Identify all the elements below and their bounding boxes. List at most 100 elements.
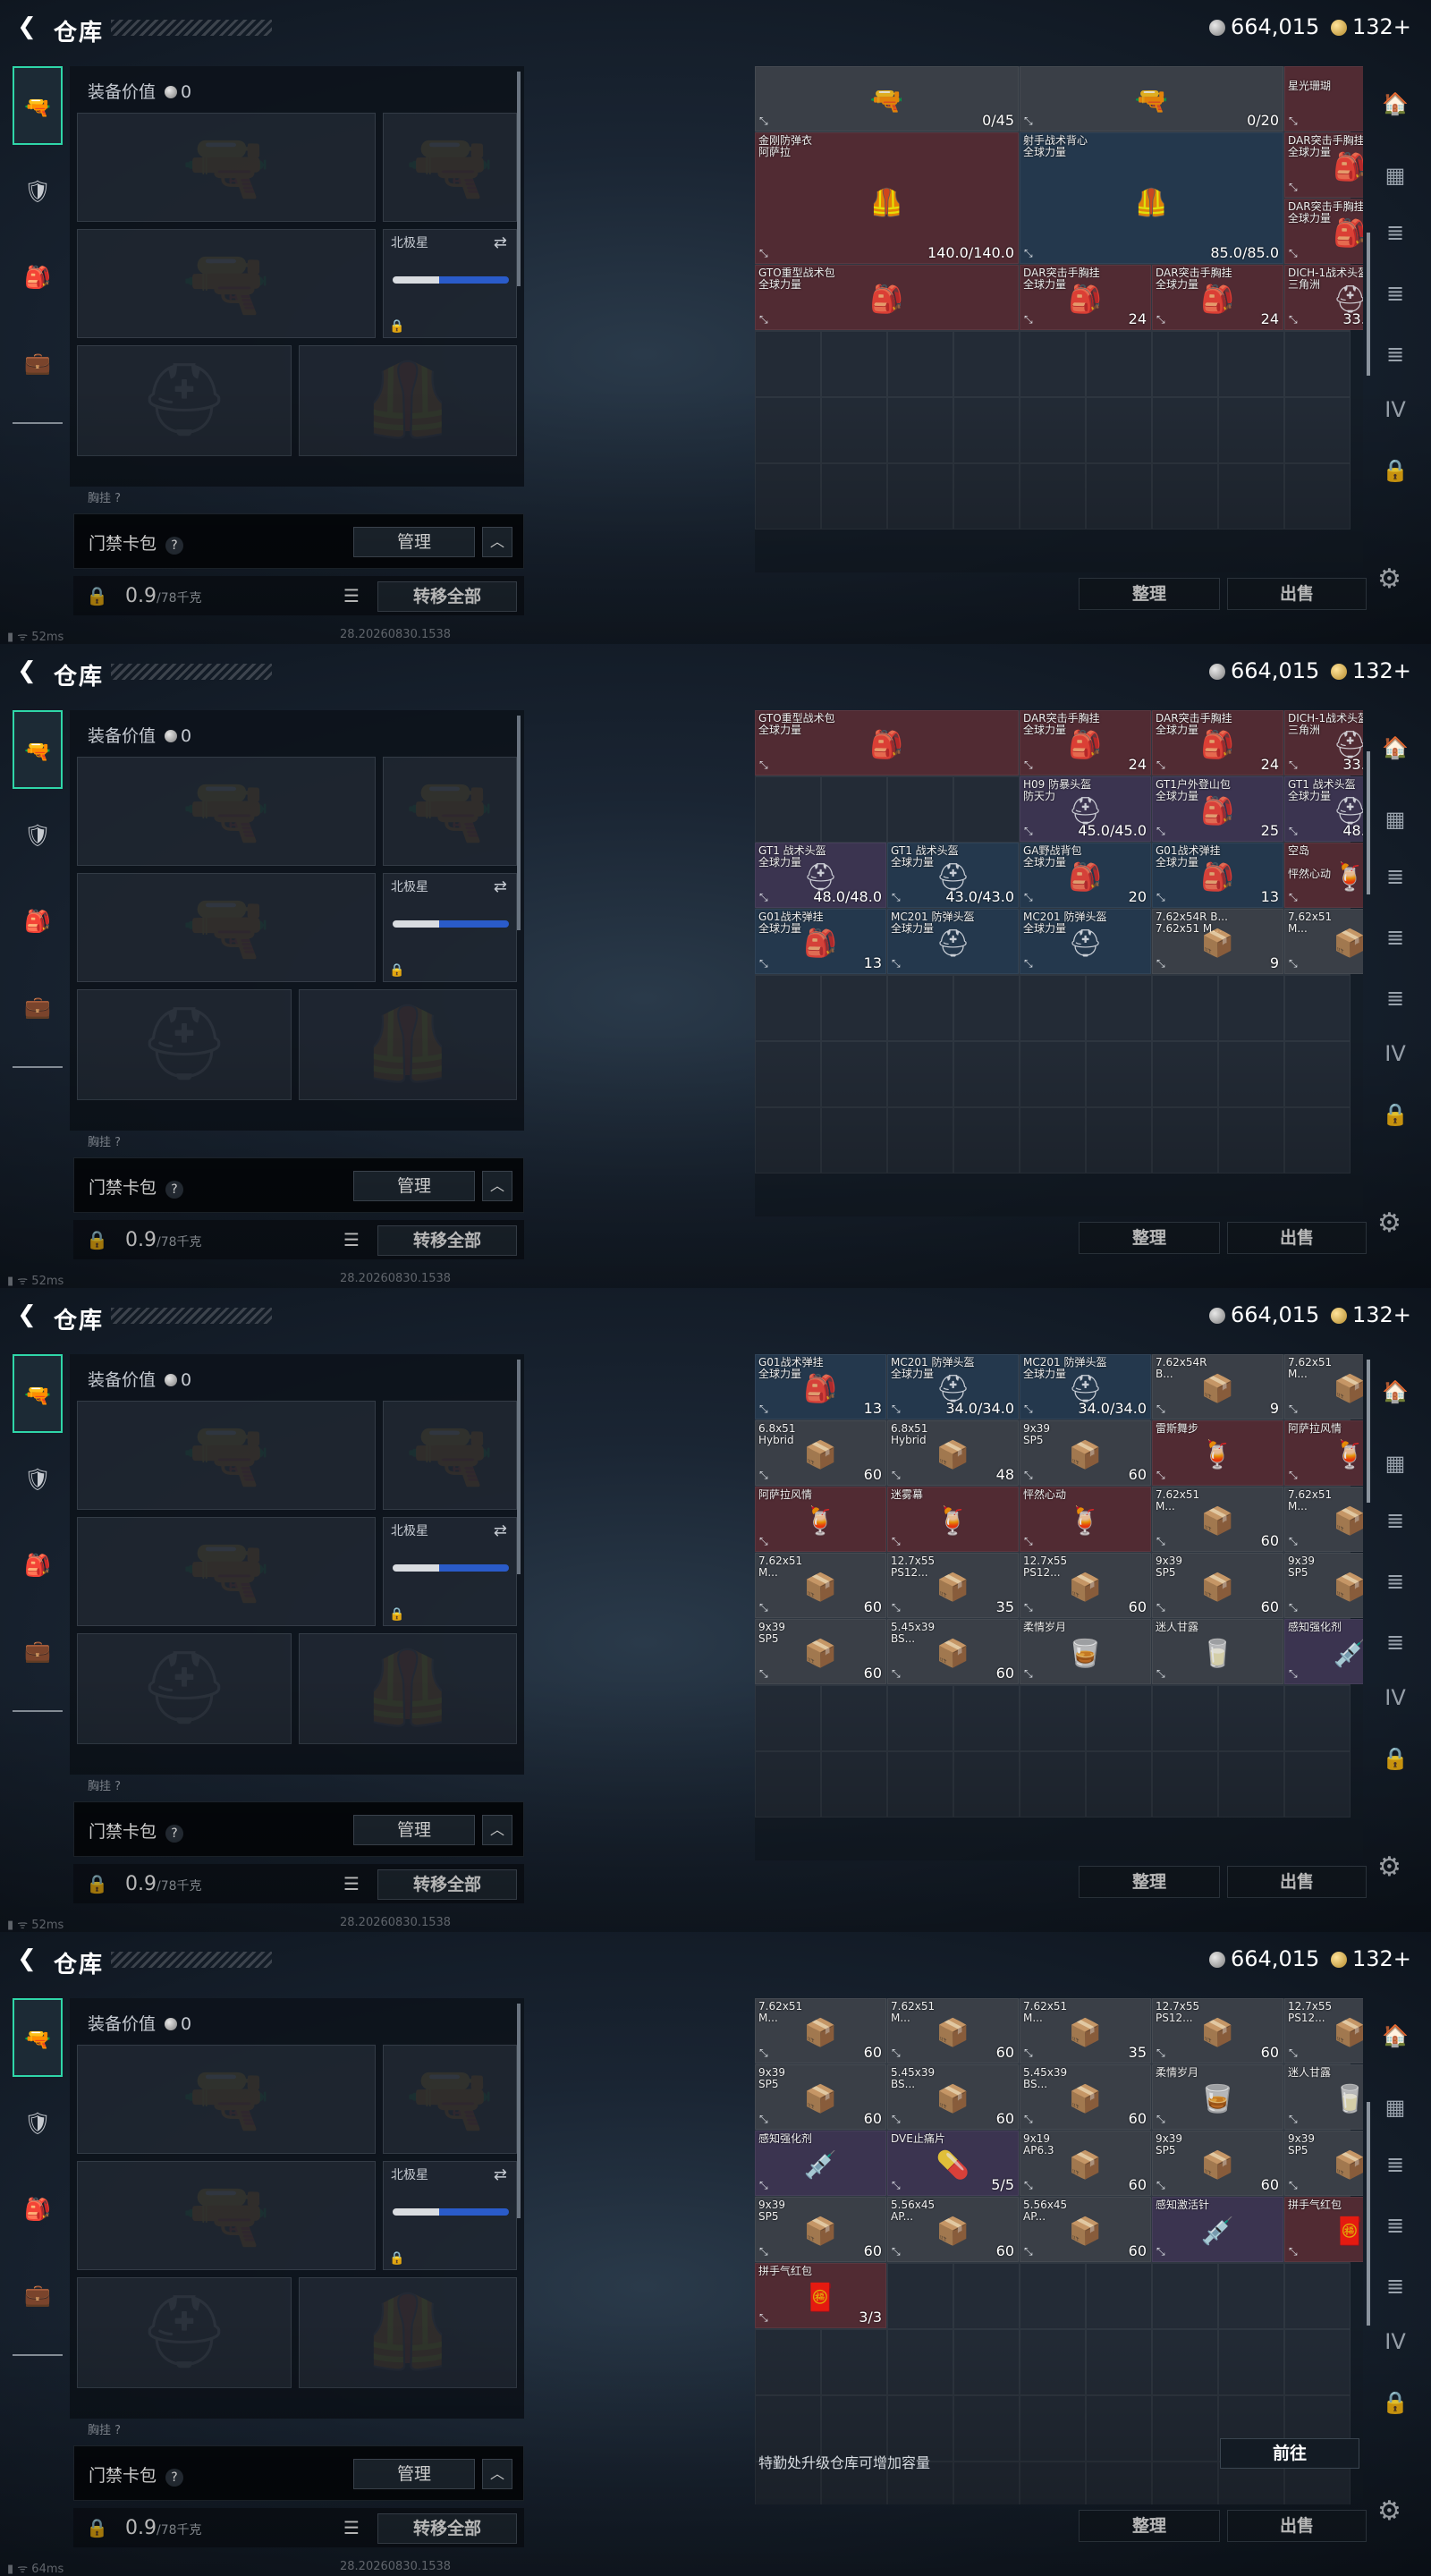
empty-slot[interactable] xyxy=(821,1107,887,1174)
empty-slot[interactable] xyxy=(887,2329,953,2395)
inventory-item[interactable]: 7.62x51 M...📦⤡60 xyxy=(1284,1354,1363,1419)
empty-slot[interactable] xyxy=(1020,1751,1086,1818)
inventory-item[interactable]: 7.62x51 M...📦⤡60 xyxy=(887,1998,1019,2063)
melee-slot[interactable]: 北极星 ⇄ 🔒 xyxy=(383,873,517,982)
empty-slot[interactable] xyxy=(1218,1041,1284,1107)
tab-briefcase-icon[interactable]: 💼 xyxy=(13,968,63,1046)
inventory-item[interactable]: 12.7x55 PS12...📦 ⤡ 60 xyxy=(1020,1553,1151,1618)
empty-slot[interactable] xyxy=(1218,1685,1284,1751)
help-icon[interactable]: ? xyxy=(165,537,184,555)
back-arrow-icon[interactable]: ❮ xyxy=(13,1301,41,1329)
warehouse-3-icon[interactable]: ≣ xyxy=(1376,1501,1415,1540)
inventory-item[interactable]: GTO重型战术包 全球力量 🎒 ⤡ xyxy=(755,265,1019,330)
settings-gear-icon[interactable]: ⚙ xyxy=(1377,1208,1401,1239)
helmet-slot[interactable]: ⛑ xyxy=(77,1633,292,1744)
tidy-button[interactable]: 整理 xyxy=(1079,1222,1220,1254)
tab-armor-icon[interactable]: 🛡 xyxy=(13,1440,63,1519)
inventory-item[interactable]: 9x39 SP5📦⤡60 xyxy=(755,1619,886,1684)
inventory-item[interactable]: 9x39 SP5📦⤡60 xyxy=(1152,1553,1283,1618)
chevron-up-icon[interactable]: ︿ xyxy=(482,2459,512,2489)
inventory-item[interactable]: 9x39 SP5📦⤡60 xyxy=(1284,2131,1363,2196)
inventory-item[interactable]: 柔情岁月 🥃 ⤡ xyxy=(1152,2064,1283,2130)
secondary-weapon-slot[interactable]: 🔫 xyxy=(77,1517,376,1626)
inventory-item[interactable]: 雷斯舞步 🍹 ⤡ xyxy=(1152,1420,1283,1486)
empty-slot[interactable] xyxy=(1284,2263,1351,2329)
empty-slot[interactable] xyxy=(887,975,953,1041)
armor-slot[interactable]: 🦺 xyxy=(299,2277,517,2388)
empty-slot[interactable] xyxy=(953,397,1020,463)
inventory-item[interactable]: 7.62x54R B... 📦 ⤡ 9 xyxy=(1152,1354,1283,1419)
inventory-item[interactable]: GT1 战术头盔 全球力量⛑⤡48.0/48.0 xyxy=(1284,776,1363,842)
warehouse-4-icon[interactable]: ≣ xyxy=(1376,274,1415,313)
tidy-button[interactable]: 整理 xyxy=(1079,578,1220,610)
empty-slot[interactable] xyxy=(1020,1041,1086,1107)
inventory-item[interactable]: 7.62x51 M...📦⤡60 xyxy=(755,1553,886,1618)
list-icon[interactable]: ☰ xyxy=(343,1229,360,1250)
inventory-item[interactable]: 迷人甘露🥛 ⤡ xyxy=(1284,2064,1363,2130)
empty-slot[interactable] xyxy=(953,1107,1020,1174)
manage-button[interactable]: 管理 xyxy=(353,1815,475,1845)
transfer-all-button[interactable]: 转移全部 xyxy=(377,2513,517,2544)
inventory-item[interactable]: 阿萨拉风情 🍹 ⤡ xyxy=(755,1487,886,1552)
empty-slot[interactable] xyxy=(1086,2395,1152,2462)
empty-slot[interactable] xyxy=(1086,1751,1152,1818)
inventory-item[interactable]: 🔫 ⤡ 0/45 xyxy=(755,66,1019,131)
empty-slot[interactable] xyxy=(755,1751,821,1818)
empty-slot[interactable] xyxy=(1218,2263,1284,2329)
empty-slot[interactable] xyxy=(1284,1751,1351,1818)
empty-slot[interactable] xyxy=(755,331,821,397)
manage-button[interactable]: 管理 xyxy=(353,1171,475,1201)
help-icon[interactable]: ? xyxy=(165,1825,184,1843)
tab-pistol-icon[interactable]: 🔫 xyxy=(13,1354,63,1433)
storage-scrollbar[interactable] xyxy=(1367,1360,1370,1503)
back-arrow-icon[interactable]: ❮ xyxy=(13,657,41,685)
empty-slot[interactable] xyxy=(821,463,887,530)
empty-slot[interactable] xyxy=(1086,331,1152,397)
empty-slot[interactable] xyxy=(1284,463,1351,530)
storage-grid[interactable]: GTO重型战术包 全球力量 🎒 ⤡ DAR突击手胸挂 全球力量 🎒 ⤡ 24 DAR突击手胸挂… xyxy=(755,710,1363,1216)
empty-slot[interactable] xyxy=(755,1107,821,1174)
empty-slot[interactable] xyxy=(1020,2263,1086,2329)
help-icon[interactable]: ? xyxy=(165,1181,184,1199)
list-icon[interactable]: ☰ xyxy=(343,1873,360,1894)
warehouse-3-icon[interactable]: ≣ xyxy=(1376,857,1415,896)
empty-slot[interactable] xyxy=(1020,463,1086,530)
primary-weapon-slot[interactable]: 🔫 xyxy=(77,113,376,222)
empty-slot[interactable] xyxy=(1152,975,1218,1041)
warehouse-iv-icon[interactable]: IV xyxy=(1376,2322,1415,2361)
inventory-item[interactable]: MC201 防弹头盔 全球力量 ⛑ ⤡ xyxy=(1020,909,1151,974)
helmet-slot[interactable]: ⛑ xyxy=(77,345,292,456)
empty-slot[interactable] xyxy=(1020,331,1086,397)
warehouse-5-icon[interactable]: ≣ xyxy=(1376,1623,1415,1662)
melee-slot[interactable]: 北极星 ⇄ 🔒 xyxy=(383,2161,517,2270)
empty-slot[interactable] xyxy=(1020,2329,1086,2395)
inventory-item[interactable]: DAR突击手胸挂 全球力量🎒⤡24 xyxy=(1284,199,1363,264)
empty-slot[interactable] xyxy=(1086,2462,1152,2504)
inventory-item[interactable]: 拼手气红包 🧧 ⤡ 3/3 xyxy=(755,2263,886,2328)
secondary-weapon-slot[interactable]: 🔫 xyxy=(77,873,376,982)
empty-slot[interactable] xyxy=(953,2263,1020,2329)
empty-slot[interactable] xyxy=(1086,463,1152,530)
list-icon[interactable]: ☰ xyxy=(343,585,360,606)
empty-slot[interactable] xyxy=(1152,2462,1218,2504)
swap-icon[interactable]: ⇄ xyxy=(494,1521,507,1540)
empty-slot[interactable] xyxy=(1020,2462,1086,2504)
inventory-item[interactable]: 射手战术背心 全球力量 🦺 ⤡ 85.0/85.0 xyxy=(1020,132,1283,264)
sell-button[interactable]: 出售 xyxy=(1227,578,1367,610)
empty-slot[interactable] xyxy=(1218,975,1284,1041)
empty-slot[interactable] xyxy=(1086,1041,1152,1107)
transfer-all-button[interactable]: 转移全部 xyxy=(377,1225,517,1256)
empty-slot[interactable] xyxy=(953,1041,1020,1107)
primary-weapon-slot[interactable]: 🔫 xyxy=(77,757,376,866)
transfer-all-button[interactable]: 转移全部 xyxy=(377,1869,517,1900)
empty-slot[interactable] xyxy=(953,1751,1020,1818)
inventory-item[interactable]: 迷雾幕 🍹 ⤡ xyxy=(887,1487,1019,1552)
inventory-item[interactable]: DICH-1战术头盔 三角洲⛑⤡33.0/33.0 xyxy=(1284,710,1363,775)
empty-slot[interactable] xyxy=(1086,2263,1152,2329)
warehouse-icon[interactable]: 🏠 xyxy=(1376,2016,1415,2055)
empty-slot[interactable] xyxy=(755,1685,821,1751)
armor-slot[interactable]: 🦺 xyxy=(299,345,517,456)
equipment-scrollbar[interactable] xyxy=(517,72,521,286)
empty-slot[interactable] xyxy=(1152,1107,1218,1174)
storage-grid[interactable]: G01战术弹挂 全球力量 🎒 ⤡ 13 MC201 防弹头盔 全球力量 ⛑ ⤡ 34.0/34… xyxy=(755,1354,1363,1860)
